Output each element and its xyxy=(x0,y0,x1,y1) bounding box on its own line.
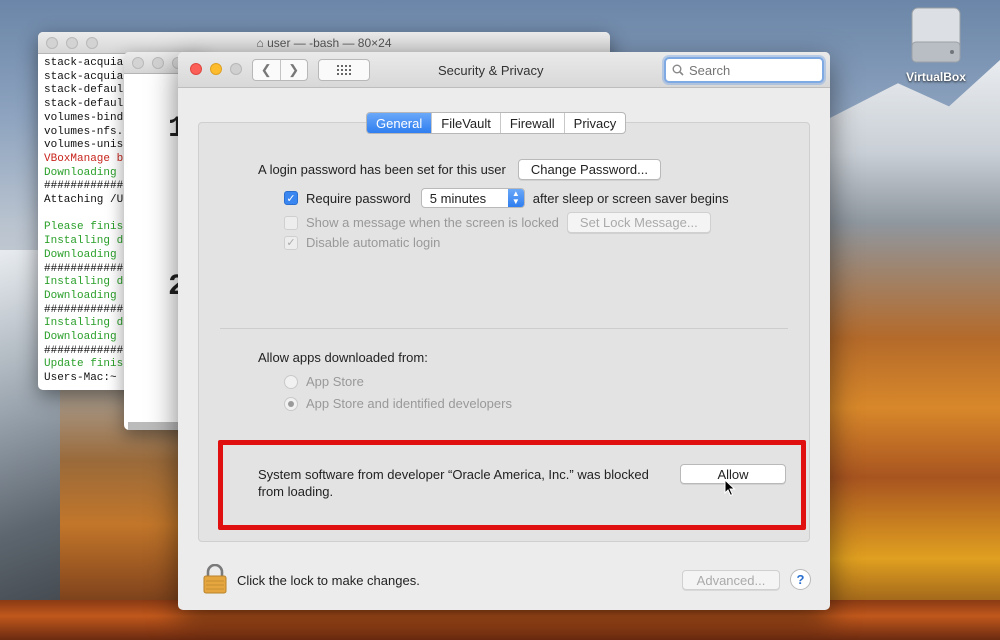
allow-apps-label: Allow apps downloaded from: xyxy=(258,350,428,365)
require-password-label: Require password xyxy=(306,190,411,206)
show-all-button[interactable] xyxy=(318,59,370,81)
blocked-software-message: System software from developer “Oracle A… xyxy=(258,467,649,499)
close-icon[interactable] xyxy=(132,57,144,69)
harddisk-icon[interactable] xyxy=(910,6,962,64)
chevron-left-icon: ❮ xyxy=(260,62,272,77)
require-password-value: 5 minutes xyxy=(429,190,487,206)
radio-identified-developers[interactable] xyxy=(284,396,298,411)
home-icon: ⌂ xyxy=(256,36,264,50)
forward-button[interactable]: ❯ xyxy=(279,60,308,80)
disable-auto-login-checkbox[interactable]: ✓ xyxy=(284,235,298,250)
checkmark-icon: ✓ xyxy=(286,237,296,249)
radio-identified-label: App Store and identified developers xyxy=(306,396,512,411)
show-message-label: Show a message when the screen is locked xyxy=(306,215,559,230)
tab-bar: General FileVault Firewall Privacy xyxy=(366,112,627,134)
minimize-icon[interactable] xyxy=(152,57,164,69)
radio-app-store[interactable] xyxy=(284,374,298,389)
set-lock-message-button[interactable]: Set Lock Message... xyxy=(566,212,711,233)
chevron-right-icon: ❯ xyxy=(288,62,300,77)
show-message-checkbox[interactable] xyxy=(284,215,298,230)
disable-auto-login-label: Disable automatic login xyxy=(306,235,441,250)
login-password-text: A login password has been set for this u… xyxy=(258,162,506,177)
help-button[interactable]: ? xyxy=(790,569,811,590)
require-password-checkbox[interactable]: ✓ xyxy=(284,191,298,205)
tab-general[interactable]: General xyxy=(367,113,432,133)
require-password-select[interactable]: 5 minutes ▲ ▼ xyxy=(420,188,525,208)
terminal-title: ⌂ user — -bash — 80×24 xyxy=(256,36,392,50)
search-icon xyxy=(672,64,684,76)
search-input[interactable] xyxy=(689,62,809,78)
zoom-icon[interactable] xyxy=(230,63,242,75)
terminal-titlebar[interactable]: ⌂ user — -bash — 80×24 xyxy=(38,32,610,54)
back-button[interactable]: ❮ xyxy=(253,60,280,80)
search-box[interactable] xyxy=(664,57,824,83)
window-titlebar[interactable]: ❮ ❯ Security & Privacy xyxy=(178,52,830,88)
section-divider xyxy=(220,328,788,329)
tab-privacy[interactable]: Privacy xyxy=(563,113,626,133)
lock-icon[interactable] xyxy=(202,564,228,594)
security-privacy-window[interactable]: ❮ ❯ Security & Privacy General FileVault xyxy=(178,52,830,610)
nav-buttons: ❮ ❯ xyxy=(252,59,308,81)
tab-firewall[interactable]: Firewall xyxy=(499,113,564,133)
desktop-icon-label[interactable]: VirtualBox xyxy=(896,70,976,84)
advanced-button[interactable]: Advanced... xyxy=(682,570,780,590)
close-icon[interactable] xyxy=(190,63,202,75)
updown-arrows-icon: ▲ ▼ xyxy=(507,189,524,207)
after-sleep-text: after sleep or screen saver begins xyxy=(532,190,729,206)
lock-hint-text: Click the lock to make changes. xyxy=(237,573,420,588)
checkmark-icon: ✓ xyxy=(286,192,296,205)
grid-icon xyxy=(337,65,351,75)
mouse-cursor-icon xyxy=(724,479,736,497)
tab-filevault[interactable]: FileVault xyxy=(431,113,500,133)
window-title: Security & Privacy xyxy=(438,63,544,78)
minimize-icon[interactable] xyxy=(210,63,222,75)
desktop-wallpaper-right xyxy=(830,60,1000,640)
radio-app-store-label: App Store xyxy=(306,374,364,389)
change-password-button[interactable]: Change Password... xyxy=(517,159,661,180)
